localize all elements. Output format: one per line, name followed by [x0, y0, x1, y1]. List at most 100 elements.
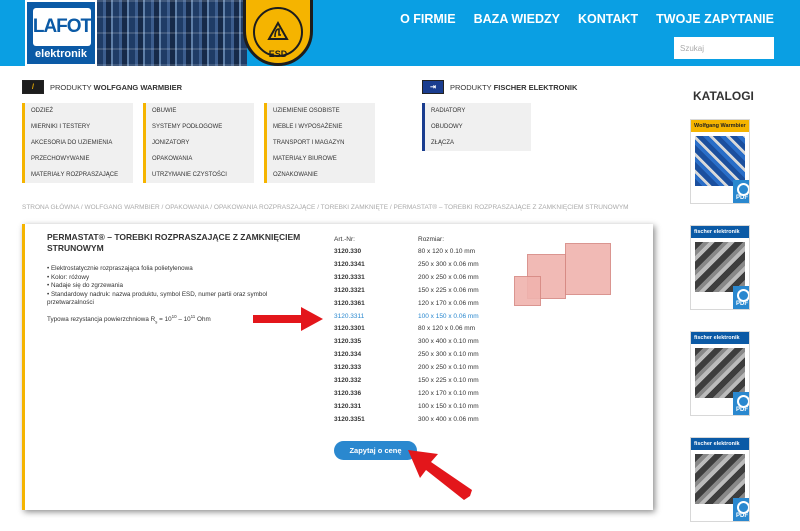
- search-input[interactable]: [674, 37, 774, 59]
- catalog-cover-title: fischer elektronik: [691, 438, 749, 450]
- article-size: 250 x 300 x 0.06 mm: [418, 260, 479, 268]
- article-number: 3120.332: [334, 377, 362, 384]
- lafot-logo[interactable]: LAFOT elektronik: [25, 0, 97, 66]
- fischer-logo-icon: ⇥: [422, 80, 444, 94]
- article-size: 250 x 300 x 0.10 mm: [418, 351, 479, 359]
- catalog-fischer-1[interactable]: fischer elektronik PDF: [690, 225, 750, 310]
- pdf-icon[interactable]: PDF: [733, 498, 749, 521]
- article-size: 120 x 170 x 0.06 mm: [418, 299, 479, 307]
- menu-item-przechowywanie[interactable]: PRZECHOWYWANIE: [25, 151, 133, 167]
- article-size: 80 x 120 x 0.06 mm: [418, 325, 476, 333]
- product-image: [514, 243, 636, 313]
- pdf-icon[interactable]: PDF: [733, 392, 749, 415]
- article-number: 3120.3331: [334, 273, 365, 281]
- table-row[interactable]: 3120.3321 150 x 225 x 0.06 mm: [334, 287, 479, 300]
- fischer-heading[interactable]: ⇥ PRODUKTY FISCHER ELEKTRONIK: [422, 80, 577, 94]
- fischer-heading-prefix: PRODUKTY: [450, 82, 492, 92]
- article-number: 3120.333: [334, 364, 362, 372]
- menu-item-opakowania[interactable]: OPAKOWANIA: [146, 151, 254, 167]
- article-number: 3120.330: [334, 248, 362, 255]
- logo-mark: LAFOT: [32, 8, 92, 46]
- resistance-unit: Ohm: [195, 316, 211, 324]
- feature-item: • Kolor: różowy: [47, 273, 90, 281]
- logo-subtitle: elektronik: [35, 48, 87, 60]
- menu-item-materialy-rozpraszajace[interactable]: MATERIAŁY ROZPRASZAJĄCE: [25, 167, 133, 183]
- size-header: Rozmiar:: [418, 236, 445, 243]
- article-number: 3120.335: [334, 338, 362, 346]
- resistance-note: Typowa rezystancja powierzchniowa Rs = 1…: [47, 314, 211, 324]
- table-row[interactable]: 3120.3331 200 x 250 x 0.06 mm: [334, 274, 479, 287]
- table-row[interactable]: 3120.3301 80 x 120 x 0.06 mm: [334, 325, 475, 338]
- catalog-cover-image: [695, 454, 745, 504]
- table-row[interactable]: 3120.3311 100 x 150 x 0.06 mm: [334, 313, 479, 326]
- warmbier-menu-col-3: UZIEMIENIE OSOBISTE MEBLE I WYPOSAŻENIE …: [264, 103, 375, 183]
- catalog-cover-title: Wolfgang Warmbier: [691, 120, 749, 132]
- pdf-icon[interactable]: PDF: [733, 180, 749, 203]
- feature-item: • Standardowy nadruk: nazwa produktu, sy…: [47, 290, 268, 307]
- table-row[interactable]: 3120.330 80 x 120 x 0.10 mm: [334, 248, 475, 261]
- menu-item-systemy-podlogowe[interactable]: SYSTEMY PODŁOGOWE: [146, 119, 254, 135]
- table-row[interactable]: 3120.333 200 x 250 x 0.10 mm: [334, 364, 479, 377]
- warmbier-heading[interactable]: / PRODUKTY WOLFGANG WARMBIER: [22, 80, 182, 94]
- article-size: 150 x 225 x 0.10 mm: [418, 377, 479, 384]
- table-row[interactable]: 3120.336 120 x 170 x 0.10 mm: [334, 390, 479, 403]
- header-photo: [97, 0, 247, 66]
- menu-item-obuwie[interactable]: OBUWIE: [146, 103, 254, 119]
- catalog-cover-image: [695, 136, 745, 186]
- article-size: 300 x 400 x 0.10 mm: [418, 338, 479, 346]
- menu-item-utrzymanie-czystosci[interactable]: UTRZYMANIE CZYSTOŚCI: [146, 167, 254, 183]
- red-arrow-up-left-icon: [408, 450, 472, 500]
- menu-item-mierniki[interactable]: MIERNIKI I TESTERY: [25, 119, 133, 135]
- menu-item-uziemienie-osobiste[interactable]: UZIEMIENIE OSOBISTE: [267, 103, 375, 119]
- nav-o-firmie[interactable]: O FIRMIE: [400, 12, 456, 26]
- menu-item-meble[interactable]: MEBLE I WYPOSAŻENIE: [267, 119, 375, 135]
- table-row[interactable]: 3120.331 100 x 150 x 0.10 mm: [334, 403, 479, 416]
- catalog-fischer-2[interactable]: fischer elektronik PDF: [690, 331, 750, 416]
- product-title: PERMASTAT® – TOREBKI ROZPRASZAJĄCE Z ZAM…: [47, 232, 301, 253]
- feature-list: • Elektrostatycznie rozpraszająca folia …: [47, 265, 287, 308]
- article-size: 120 x 170 x 0.10 mm: [418, 389, 479, 397]
- article-number: 3120.3351: [334, 415, 365, 423]
- bag-large: [565, 243, 611, 295]
- feature-item: • Elektrostatycznie rozpraszająca folia …: [47, 265, 193, 272]
- nav-twoje-zapytanie[interactable]: TWOJE ZAPYTANIE: [656, 12, 774, 26]
- table-row[interactable]: 3120.334 250 x 300 x 0.10 mm: [334, 351, 479, 364]
- warmbier-menu-col-1: ODZIEŻ MIERNIKI I TESTERY AKCESORIA DO U…: [22, 103, 133, 183]
- menu-item-radiatory[interactable]: RADIATORY: [425, 103, 531, 119]
- esd-badge: ESD: [243, 0, 313, 66]
- article-number: 3120.334: [334, 351, 362, 359]
- article-size: 150 x 225 x 0.06 mm: [418, 286, 479, 294]
- article-number: 3120.3311: [334, 312, 365, 320]
- menu-item-materialy-biurowe[interactable]: MATERIAŁY BIUROWE: [267, 151, 375, 167]
- article-number: 3120.3341: [334, 260, 365, 268]
- resistance-values: = 10: [157, 316, 172, 324]
- warmbier-menu-col-2: OBUWIE SYSTEMY PODŁOGOWE JONIZATORY OPAK…: [143, 103, 254, 183]
- menu-item-transport[interactable]: TRANSPORT I MAGAZYN: [267, 135, 375, 151]
- menu-item-jonizatory[interactable]: JONIZATORY: [146, 135, 254, 151]
- article-number: 3120.3321: [334, 286, 365, 294]
- table-row[interactable]: 3120.3341 250 x 300 x 0.06 mm: [334, 261, 479, 274]
- pdf-icon[interactable]: PDF: [733, 286, 749, 309]
- nav-kontakt[interactable]: KONTAKT: [578, 12, 638, 26]
- catalog-cover-title: fischer elektronik: [691, 226, 749, 238]
- breadcrumb[interactable]: STRONA GŁÓWNA / WOLFGANG WARMBIER / OPAK…: [22, 204, 629, 211]
- article-size: 80 x 120 x 0.10 mm: [418, 248, 476, 255]
- table-row[interactable]: 3120.332 150 x 225 x 0.10 mm: [334, 377, 479, 390]
- menu-item-obudowy[interactable]: OBUDOWY: [425, 119, 531, 135]
- logo-text: LAFOT: [32, 16, 92, 37]
- table-row[interactable]: 3120.3361 120 x 170 x 0.06 mm: [334, 300, 479, 313]
- menu-item-akcesoria[interactable]: AKCESORIA DO UZIEMIENIA: [25, 135, 133, 151]
- catalog-fischer-3[interactable]: fischer elektronik PDF: [690, 437, 750, 522]
- nav-baza-wiedzy[interactable]: BAZA WIEDZY: [474, 12, 560, 26]
- table-row[interactable]: 3120.335 300 x 400 x 0.10 mm: [334, 338, 479, 351]
- article-number: 3120.3361: [334, 299, 365, 307]
- menu-item-oznakowanie[interactable]: OZNAKOWANIE: [267, 167, 375, 183]
- article-number: 3120.331: [334, 402, 362, 410]
- catalog-warmbier[interactable]: Wolfgang Warmbier PDF: [690, 119, 750, 204]
- warmbier-heading-prefix: PRODUKTY: [50, 82, 92, 92]
- menu-item-zlacza[interactable]: ZŁĄCZA: [425, 135, 531, 151]
- catalog-cover-title: fischer elektronik: [691, 332, 749, 344]
- menu-item-odziez[interactable]: ODZIEŻ: [25, 103, 133, 119]
- article-size: 100 x 150 x 0.06 mm: [418, 312, 479, 320]
- table-row[interactable]: 3120.3351 300 x 400 x 0.06 mm: [334, 416, 479, 429]
